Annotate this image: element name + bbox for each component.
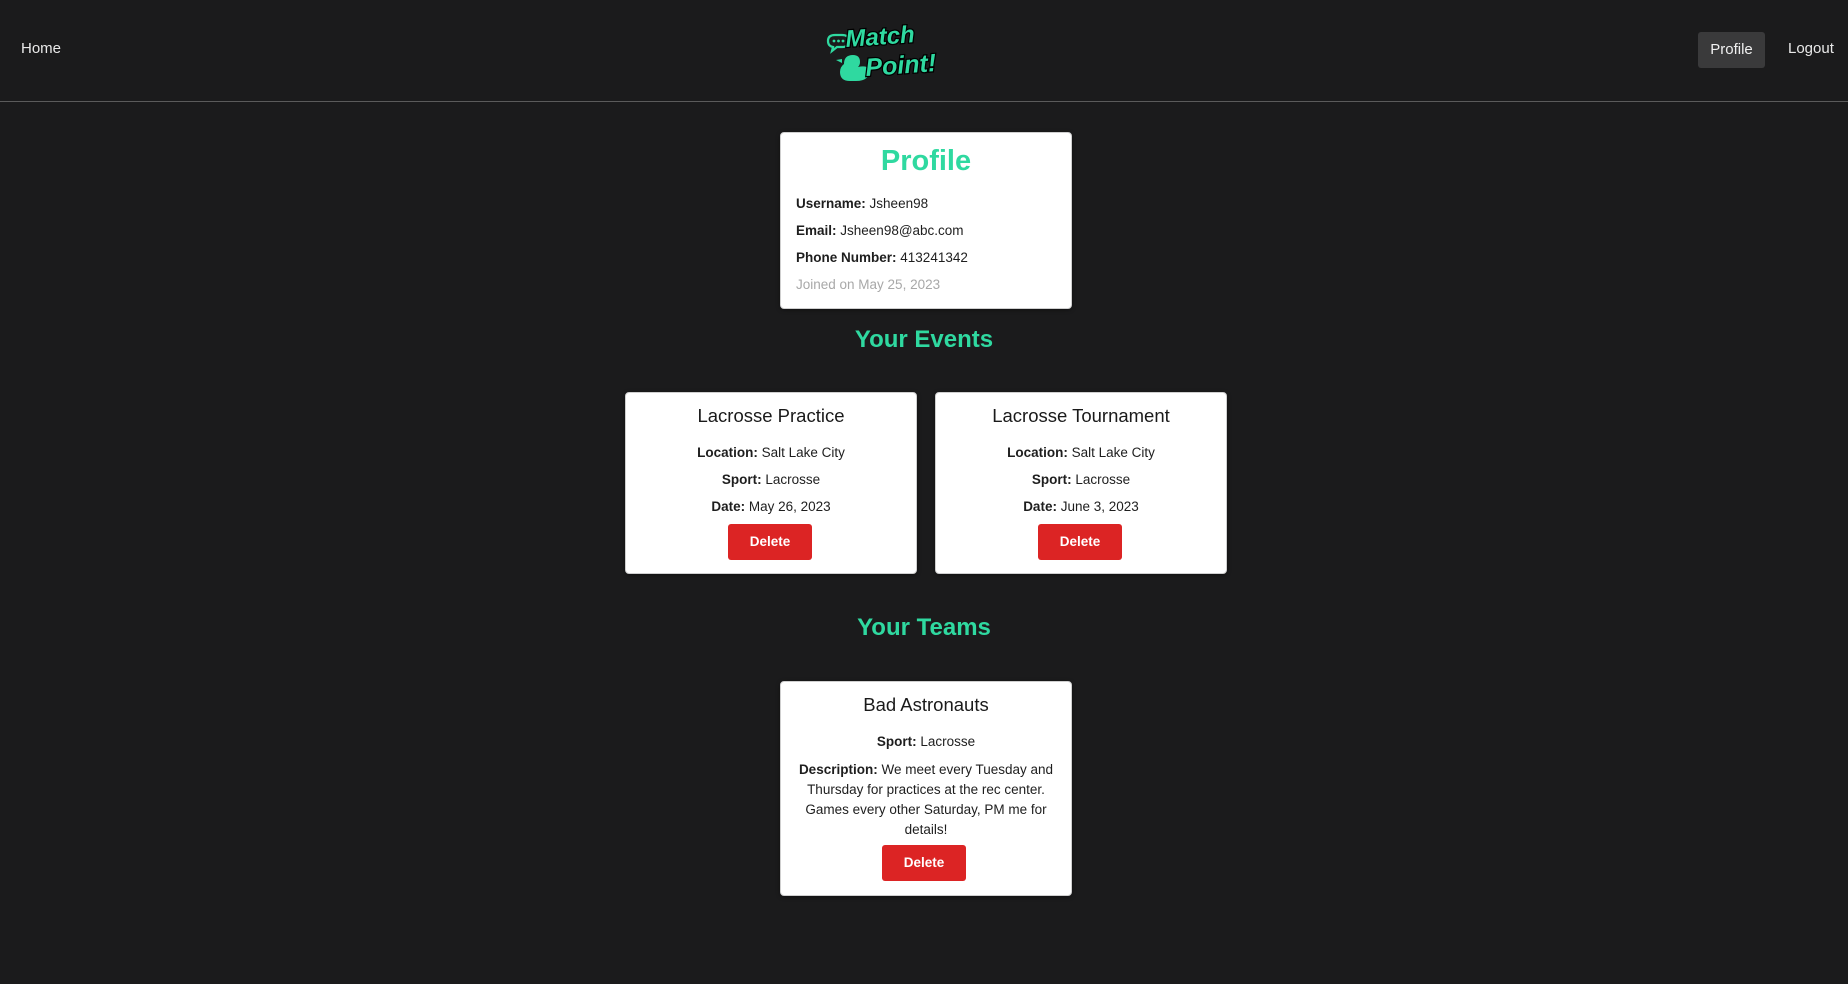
location-label: Location:	[1007, 445, 1068, 460]
event-title: Lacrosse Tournament	[992, 405, 1170, 426]
profile-username: Username: Jsheen98	[796, 196, 928, 211]
navbar: Home Match Point! Profile Logout	[0, 0, 1848, 102]
svg-text:Point!: Point!	[864, 49, 937, 82]
svg-text:Match: Match	[845, 21, 916, 53]
profile-card: Profile Username: Jsheen98 Email: Jsheen…	[780, 132, 1072, 309]
sport-value: Lacrosse	[1075, 472, 1131, 487]
event-location: Location: Salt Lake City	[936, 445, 1226, 460]
delete-team-button[interactable]: Delete	[882, 845, 966, 881]
events-section-title: Your Events	[854, 326, 994, 353]
sport-label: Sport:	[721, 472, 762, 487]
match-point-logo[interactable]: Match Point!	[822, 18, 944, 84]
event-card: Lacrosse Tournament Location: Salt Lake …	[935, 392, 1227, 574]
team-description: Description: We meet every Tuesday and T…	[795, 760, 1057, 840]
event-date: Date: May 26, 2023	[626, 499, 916, 514]
event-sport: Sport: Lacrosse	[936, 472, 1226, 487]
date-label: Date:	[711, 499, 746, 514]
date-value: May 26, 2023	[748, 499, 831, 514]
email-label: Email:	[796, 223, 837, 238]
event-location: Location: Salt Lake City	[626, 445, 916, 460]
username-value: Jsheen98	[869, 196, 929, 211]
description-label: Description:	[798, 762, 878, 777]
phone-label: Phone Number:	[796, 250, 897, 265]
joined-date: Joined on May 25, 2023	[796, 277, 941, 292]
teams-section-title: Your Teams	[857, 614, 991, 641]
event-title: Lacrosse Practice	[697, 405, 845, 426]
delete-event-button[interactable]: Delete	[1038, 524, 1122, 560]
team-card: Bad Astronauts Sport: Lacrosse Descripti…	[780, 681, 1072, 896]
profile-email: Email: Jsheen98@abc.com	[796, 223, 964, 238]
sport-label: Sport:	[1031, 472, 1072, 487]
profile-phone: Phone Number: 413241342	[796, 250, 968, 265]
event-card: Lacrosse Practice Location: Salt Lake Ci…	[625, 392, 917, 574]
event-date: Date: June 3, 2023	[936, 499, 1226, 514]
profile-title: Profile	[880, 145, 972, 177]
nav-home-link[interactable]: Home	[21, 40, 61, 57]
location-label: Location:	[697, 445, 758, 460]
nav-logout-link[interactable]: Logout	[1788, 40, 1834, 57]
team-sport: Sport: Lacrosse	[781, 734, 1071, 749]
sport-label: Sport:	[876, 734, 917, 749]
nav-profile-button[interactable]: Profile	[1698, 32, 1765, 68]
username-label: Username:	[796, 196, 866, 211]
date-value: June 3, 2023	[1060, 499, 1139, 514]
date-label: Date:	[1023, 499, 1057, 514]
sport-value: Lacrosse	[920, 734, 976, 749]
email-value: Jsheen98@abc.com	[840, 223, 964, 238]
location-value: Salt Lake City	[761, 445, 845, 460]
event-sport: Sport: Lacrosse	[626, 472, 916, 487]
location-value: Salt Lake City	[1071, 445, 1155, 460]
phone-value: 413241342	[900, 250, 968, 265]
delete-event-button[interactable]: Delete	[728, 524, 812, 560]
team-title: Bad Astronauts	[863, 694, 989, 715]
sport-value: Lacrosse	[765, 472, 821, 487]
